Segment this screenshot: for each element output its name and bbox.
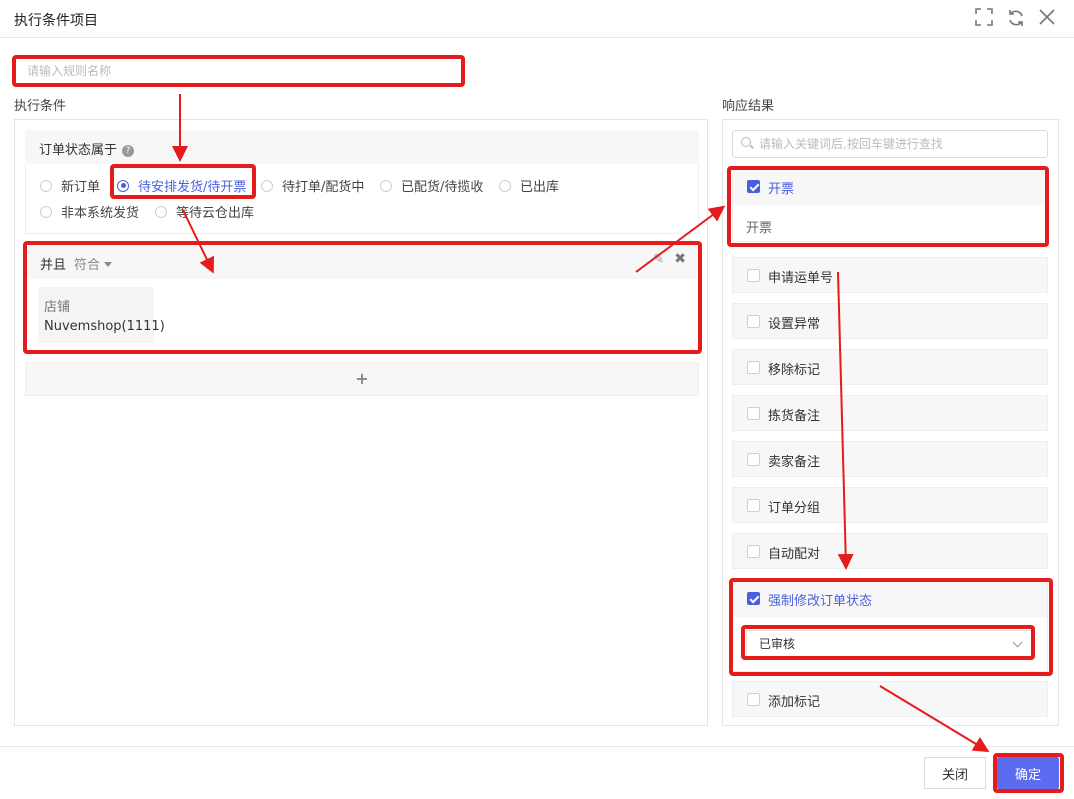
condition-group: 并且 符合 ✎ ✖ 店铺 Nuvemshop(1111) (25, 244, 699, 354)
refresh-icon[interactable] (1006, 8, 1026, 28)
dialog-footer (0, 746, 1074, 799)
order-status-header: 订单状态属于? (25, 130, 699, 164)
result-label: 订单分组 (768, 501, 821, 516)
radio-label: 待安排发货/待开票 (138, 180, 247, 195)
confirm-button[interactable]: 确定 (997, 757, 1059, 789)
shop-value: Nuvemshop(1111) (44, 319, 165, 334)
result-apply-tracking[interactable]: 申请运单号 (732, 257, 1048, 293)
invoice-content: 开票 (746, 221, 773, 236)
question-icon[interactable]: ? (122, 145, 135, 157)
match-dropdown[interactable]: 符合 (74, 254, 113, 273)
radio-new-order[interactable]: 新订单 (40, 176, 100, 195)
chevron-down-icon (1012, 637, 1023, 648)
close-button[interactable]: 关闭 (924, 757, 986, 789)
radio-circle (40, 205, 52, 218)
result-auto-match[interactable]: 自动配对 (732, 533, 1048, 569)
shop-condition-chip[interactable]: 店铺 Nuvemshop(1111) (38, 287, 165, 343)
result-label: 设置异常 (768, 317, 821, 332)
result-seller-note[interactable]: 卖家备注 (732, 441, 1048, 477)
result-remove-tag[interactable]: 移除标记 (732, 349, 1048, 385)
force-status-label: 强制修改订单状态 (768, 594, 873, 609)
add-condition-button[interactable]: + (25, 362, 699, 396)
radio-label: 已配货/待揽收 (401, 180, 484, 195)
dialog-header: 执行条件项目 (0, 0, 1074, 38)
results-label: 响应结果 (722, 99, 775, 114)
checkbox[interactable] (747, 315, 760, 328)
radio-shipped[interactable]: 已出库 (499, 176, 559, 195)
order-status-label: 订单状态属于 (39, 143, 118, 158)
fullscreen-icon[interactable] (974, 8, 994, 28)
caret-down-icon (104, 262, 113, 267)
checkbox[interactable] (747, 499, 760, 512)
rule-name-input[interactable] (14, 57, 464, 85)
radio-pending-ship-invoice[interactable]: 待安排发货/待开票 (117, 176, 246, 195)
force-status-checkbox[interactable] (747, 592, 760, 605)
invoice-checkbox[interactable] (747, 180, 760, 193)
condition-group-header: 并且 符合 ✎ ✖ (26, 245, 698, 279)
invoice-label: 开票 (768, 182, 795, 197)
radio-label: 已出库 (520, 180, 560, 195)
result-label: 卖家备注 (768, 455, 821, 470)
result-add-tag[interactable]: 添加标记 (732, 681, 1048, 717)
radio-label: 新订单 (61, 180, 101, 195)
radio-circle (117, 179, 129, 192)
radio-external-ship[interactable]: 非本系统发货 (40, 202, 139, 221)
result-pick-note[interactable]: 拣货备注 (732, 395, 1048, 431)
result-label: 自动配对 (768, 547, 821, 562)
result-force-status[interactable]: 强制修改订单状态 (732, 580, 1048, 672)
checkbox[interactable] (747, 453, 760, 466)
result-label: 拣货备注 (768, 409, 821, 424)
radio-label: 非本系统发货 (61, 206, 140, 221)
checkbox[interactable] (747, 361, 760, 374)
radio-cloud-warehouse[interactable]: 等待云仓出库 (155, 202, 254, 221)
result-invoice[interactable]: 开票 开票 (732, 168, 1048, 242)
result-set-exception[interactable]: 设置异常 (732, 303, 1048, 339)
checkbox[interactable] (747, 693, 760, 706)
checkbox[interactable] (747, 545, 760, 558)
edit-icon[interactable]: ✎ (653, 252, 664, 267)
conditions-label: 执行条件 (14, 99, 67, 114)
match-label: 符合 (74, 258, 101, 273)
radio-label: 待打单/配货中 (282, 180, 365, 195)
delete-icon[interactable]: ✖ (674, 251, 686, 267)
close-icon[interactable] (1037, 8, 1057, 28)
logic-label: 并且 (40, 258, 67, 273)
radio-label: 等待云仓出库 (176, 206, 255, 221)
status-select-value: 已审核 (759, 637, 796, 651)
radio-pending-print[interactable]: 待打单/配货中 (261, 176, 364, 195)
result-label: 添加标记 (768, 695, 821, 710)
result-label: 申请运单号 (768, 271, 834, 286)
radio-circle (261, 179, 273, 192)
radio-circle (155, 205, 167, 218)
checkbox[interactable] (747, 269, 760, 282)
result-label: 移除标记 (768, 363, 821, 378)
search-icon (741, 137, 751, 147)
status-select[interactable]: 已审核 (746, 630, 1032, 658)
checkbox[interactable] (747, 407, 760, 420)
dialog-title: 执行条件项目 (14, 13, 98, 29)
shop-key: 店铺 (44, 300, 71, 315)
radio-picked-awaiting[interactable]: 已配货/待揽收 (380, 176, 483, 195)
result-search-input[interactable] (732, 130, 1048, 158)
radio-circle (499, 179, 511, 192)
plus-icon: + (355, 369, 369, 388)
radio-circle (40, 179, 52, 192)
radio-circle (380, 179, 392, 192)
result-order-group[interactable]: 订单分组 (732, 487, 1048, 523)
